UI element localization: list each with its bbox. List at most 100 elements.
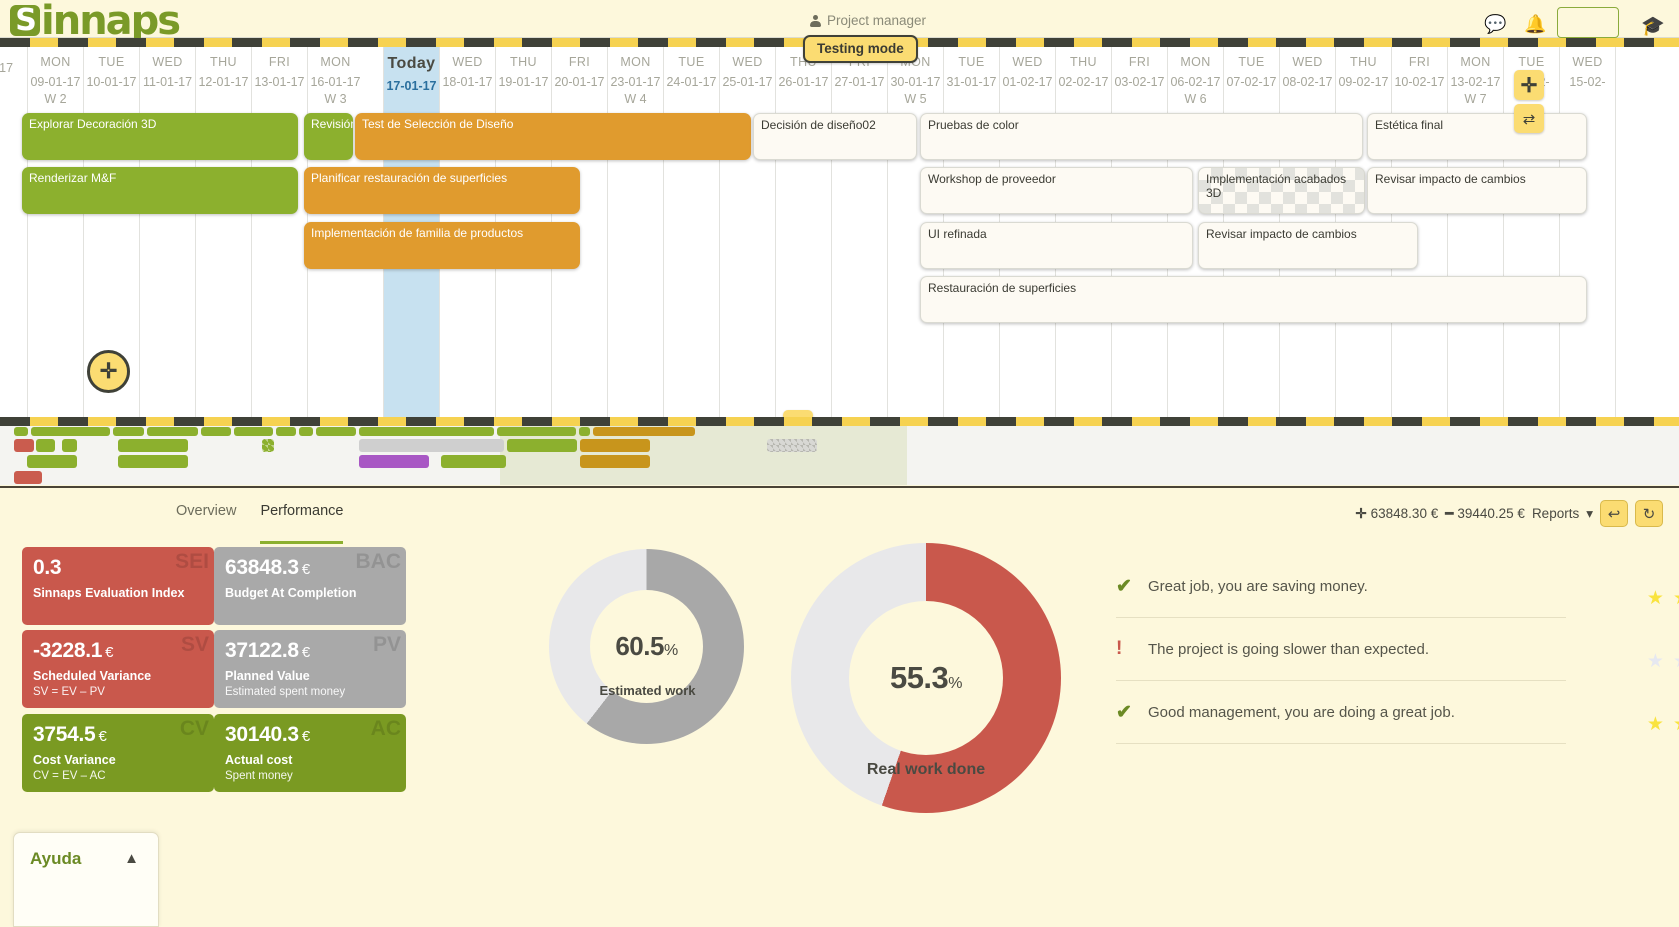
gantt-day-dow: TUE	[678, 55, 705, 69]
mini-timeline-bar[interactable]	[497, 427, 576, 436]
mini-timeline[interactable]	[0, 426, 1679, 485]
mini-timeline-bar[interactable]	[118, 439, 188, 452]
gantt-day-header: MON 16-01-17 W 3	[308, 47, 363, 106]
mini-timeline-bar[interactable]	[579, 427, 590, 436]
kpi-card-sei[interactable]: SEI 0.3 Sinnaps Evaluation Index	[22, 547, 214, 625]
gantt-day-column[interactable]: WED 11-01-17	[139, 47, 195, 417]
gantt-day-date: 09-01-17	[30, 75, 81, 89]
gantt-day-column[interactable]: THU 12-01-17	[195, 47, 251, 417]
gantt-day-week: W 3	[324, 92, 347, 106]
mini-timeline-bar[interactable]	[147, 427, 198, 436]
add-task-button[interactable]: ✛	[87, 350, 130, 393]
mini-timeline-bar[interactable]	[262, 439, 274, 452]
gantt-task[interactable]: Revisar impacto de cambios	[1367, 167, 1587, 214]
chevron-down-icon[interactable]: ▾	[1586, 506, 1593, 522]
mini-timeline-bar[interactable]	[36, 439, 55, 452]
graduation-cap-icon[interactable]: 🎓	[1641, 14, 1665, 38]
gantt-task[interactable]: Renderizar M&F	[22, 167, 298, 214]
kpi-card-cv[interactable]: CV 3754.5 € Cost Variance CV = EV – AC	[22, 714, 214, 792]
gantt-day-column[interactable]: TUE14-02-	[1503, 47, 1559, 417]
mini-timeline-bar[interactable]	[14, 439, 34, 452]
gantt-task[interactable]: Revisar impacto de cambios	[1198, 222, 1418, 269]
gantt-chart[interactable]: -17MON09-01-17W 2TUE10-01-17WED11-01-17T…	[0, 47, 1679, 417]
gantt-task[interactable]: Test de Selección de Diseño	[355, 113, 751, 160]
mini-timeline-bar[interactable]	[118, 455, 188, 468]
gantt-day-header: FRI 20-01-17	[552, 47, 607, 105]
mini-timeline-bar[interactable]	[359, 427, 494, 436]
mini-timeline-bar[interactable]	[14, 471, 42, 484]
mini-timeline-bar[interactable]	[113, 427, 144, 436]
mini-timeline-bar[interactable]	[299, 427, 313, 436]
gantt-task[interactable]: Planificar restauración de superficies	[304, 167, 580, 214]
gantt-task[interactable]: Revisión	[304, 113, 353, 160]
kpi-value: 3754.5 €	[33, 723, 107, 746]
mini-timeline-bar[interactable]	[201, 427, 231, 436]
gantt-day-column[interactable]: WED 25-01-17	[719, 47, 775, 417]
kpi-card-ac[interactable]: AC 30140.3 € Actual cost Spent money	[214, 714, 406, 792]
gantt-task[interactable]: Estética final	[1367, 113, 1587, 160]
mini-timeline-bar[interactable]	[14, 427, 28, 436]
gantt-day-date: 03-02-17	[1114, 75, 1165, 89]
gantt-day-column[interactable]: MON 13-02-17 W 7	[1447, 47, 1503, 417]
gantt-task[interactable]: Workshop de proveedor	[920, 167, 1193, 214]
mini-timeline-bar[interactable]	[27, 455, 77, 468]
mini-timeline-bar[interactable]	[593, 427, 695, 436]
mini-timeline-bar[interactable]	[234, 427, 273, 436]
refresh-icon[interactable]: ↻	[1635, 500, 1663, 527]
gantt-day-header: THU 19-01-17	[496, 47, 551, 105]
mini-timeline-bar[interactable]	[62, 439, 77, 452]
mini-timeline-bar[interactable]	[359, 439, 504, 452]
gantt-day-header: WED 15-02-	[1560, 47, 1615, 105]
kpi-card-sv[interactable]: SV -3228.1 € Scheduled Variance SV = EV – PV	[22, 630, 214, 708]
mini-timeline-bar[interactable]	[580, 455, 650, 468]
gantt-day-column[interactable]: MON 23-01-17 W 4	[607, 47, 663, 417]
gantt-task[interactable]: Implementación acabados 3D	[1198, 167, 1365, 214]
tab-performance[interactable]: Performance	[260, 503, 344, 544]
gantt-day-header: MON 23-01-17 W 4	[608, 47, 663, 106]
expand-rows-button[interactable]: ▾	[783, 410, 813, 417]
search-input[interactable]	[1557, 7, 1619, 38]
check-icon: ✔	[1116, 575, 1132, 597]
help-panel[interactable]: Ayuda ▲	[13, 832, 159, 927]
kpi-currency: €	[301, 728, 310, 745]
mini-timeline-bar[interactable]	[316, 427, 356, 436]
gantt-day-column[interactable]: FRI 13-01-17	[251, 47, 307, 417]
shuffle-icon[interactable]: ⇄	[1514, 104, 1544, 133]
reports-bar[interactable]: ✛ 63848.30 € ━ 39440.25 € Reports ▾ ↩ ↻	[1355, 500, 1663, 527]
dashboard-tabs[interactable]: Overview Performance	[176, 503, 344, 544]
tab-overview[interactable]: Overview	[176, 503, 236, 544]
zoom-in-button[interactable]: ✛	[1514, 70, 1544, 100]
mini-timeline-bar[interactable]	[767, 439, 817, 452]
mini-timeline-bar[interactable]	[359, 455, 429, 468]
gantt-day-column[interactable]: WED 15-02-	[1559, 47, 1615, 417]
mini-timeline-bar[interactable]	[441, 455, 506, 468]
gantt-day-dow: THU	[510, 55, 537, 69]
gantt-task[interactable]: Restauración de superficies	[920, 276, 1587, 323]
gantt-day-column[interactable]: FRI27-01-17	[831, 47, 887, 417]
bell-icon[interactable]: 🔔	[1524, 14, 1546, 35]
project-manager-indicator[interactable]: Project manager	[810, 13, 926, 28]
mini-timeline-bar[interactable]	[580, 439, 650, 452]
chevron-up-icon[interactable]: ▲	[124, 850, 139, 867]
kpi-subtitle: SV = EV – PV	[33, 686, 105, 698]
mini-timeline-bar[interactable]	[31, 427, 110, 436]
gantt-task[interactable]: Implementación de familia de productos	[304, 222, 580, 269]
gantt-day-column[interactable]	[1615, 47, 1679, 417]
mini-timeline-bar[interactable]	[276, 427, 296, 436]
kpi-card-pv[interactable]: PV 37122.8 € Planned Value Estimated spent m…	[214, 630, 406, 708]
gantt-task[interactable]: Pruebas de color	[920, 113, 1363, 160]
gantt-day-date: 13-02-17	[1450, 75, 1501, 89]
gantt-day-column[interactable]: TUE 24-01-17	[663, 47, 719, 417]
mini-timeline-bar[interactable]	[507, 439, 577, 452]
gantt-task[interactable]: UI refinada	[920, 222, 1193, 269]
undo-arrow-icon[interactable]: ↩	[1600, 500, 1628, 527]
gantt-task[interactable]: Decisión de diseño02	[753, 113, 917, 160]
reports-label[interactable]: Reports	[1532, 506, 1579, 521]
gantt-day-column[interactable]: -17	[0, 47, 27, 417]
gantt-day-column[interactable]: MON 09-01-17 W 2	[27, 47, 83, 417]
kpi-card-bac[interactable]: BAC 63848.3 € Budget At Completion	[214, 547, 406, 625]
gantt-day-column[interactable]: THU 26-01-17	[775, 47, 831, 417]
exclamation-icon: !	[1116, 638, 1123, 659]
gantt-task[interactable]: Explorar Decoración 3D	[22, 113, 298, 160]
chat-bubble-icon[interactable]: 💬	[1484, 14, 1506, 35]
